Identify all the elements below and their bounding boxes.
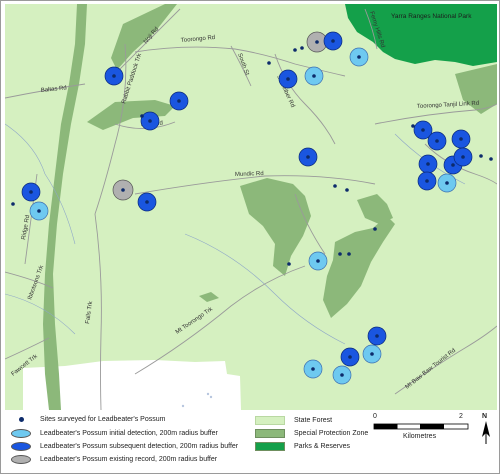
legend-existing-label: Leadbeater's Possum existing record, 200… [40, 456, 218, 463]
existing-buffer-swatch-icon [11, 455, 31, 464]
survey-site [315, 40, 319, 44]
survey-site [293, 48, 297, 52]
survey-site [421, 128, 425, 132]
legend-parks-label: Parks & Reserves [294, 443, 351, 450]
legend-existing: Leadbeater's Possum existing record, 200… [11, 455, 217, 464]
survey-site [370, 352, 374, 356]
legend-parks: Parks & Reserves [255, 442, 350, 451]
survey-site [489, 157, 493, 161]
survey-site [306, 155, 310, 159]
legend-state-forest-label: State Forest [294, 417, 333, 424]
survey-site [287, 262, 291, 266]
survey-site [145, 200, 149, 204]
scale-end-label: 2 [459, 413, 463, 420]
survey-site [121, 188, 125, 192]
map-legend: Sites surveyed for Leadbeater's Possum L… [5, 411, 499, 473]
survey-site [373, 227, 377, 231]
survey-site [209, 395, 213, 399]
park-label: Yarra Ranges National Park [391, 13, 472, 20]
survey-site [177, 99, 181, 103]
survey-site [345, 188, 349, 192]
survey-site [267, 61, 271, 65]
survey-site [451, 163, 455, 167]
legend-initial-label: Leadbeater's Possum initial detection, 2… [40, 430, 218, 437]
north-arrow-icon [482, 421, 490, 444]
survey-site [426, 162, 430, 166]
survey-site [312, 74, 316, 78]
survey-site [461, 155, 465, 159]
survey-site-symbol-icon [19, 417, 24, 422]
legend-spz-label: Special Protection Zone [294, 430, 369, 437]
road-label-mundic-rd: Mundic Rd [235, 171, 264, 178]
survey-site [316, 259, 320, 263]
survey-site [300, 46, 304, 50]
subsequent-buffer-swatch-icon [11, 442, 31, 451]
initial-buffer-swatch-icon [11, 429, 31, 438]
survey-site [311, 367, 315, 371]
legend-sites: Sites surveyed for Leadbeater's Possum [11, 416, 165, 423]
spz-swatch-icon [255, 429, 285, 438]
survey-site [286, 77, 290, 81]
survey-site [411, 124, 415, 128]
survey-site [435, 139, 439, 143]
survey-site [348, 355, 352, 359]
survey-site [425, 179, 429, 183]
parks-swatch-icon [255, 442, 285, 451]
survey-site [347, 252, 351, 256]
scale-start-label: 0 [373, 413, 377, 420]
north-label: N [482, 413, 488, 420]
scale-unit-label: Kilometres [403, 433, 437, 440]
survey-site [357, 55, 361, 59]
survey-site [140, 114, 144, 118]
legend-spz: Special Protection Zone [255, 429, 368, 438]
survey-site [338, 252, 342, 256]
survey-site [11, 202, 15, 206]
legend-initial: Leadbeater's Possum initial detection, 2… [11, 429, 218, 438]
legend-sites-label: Sites surveyed for Leadbeater's Possum [40, 416, 166, 423]
survey-site [112, 74, 116, 78]
state-forest-swatch-icon [255, 416, 285, 425]
legend-subsequent: Leadbeater's Possum subsequent detection… [11, 442, 238, 451]
survey-site [479, 154, 483, 158]
survey-site [29, 190, 33, 194]
survey-site [331, 39, 335, 43]
survey-site [37, 209, 41, 213]
survey-site [206, 392, 210, 396]
survey-site [375, 334, 379, 338]
survey-site [148, 119, 152, 123]
survey-site [445, 181, 449, 185]
map-area: Noji Rd Toorongo Rd South St Ferny Hills… [5, 4, 497, 410]
survey-site [181, 404, 185, 408]
map-frame: Noji Rd Toorongo Rd South St Ferny Hills… [0, 0, 500, 474]
scale-bar [373, 423, 469, 430]
legend-subsequent-label: Leadbeater's Possum subsequent detection… [40, 443, 239, 450]
survey-site [340, 373, 344, 377]
legend-state-forest: State Forest [255, 416, 332, 425]
survey-site [459, 137, 463, 141]
survey-site [333, 184, 337, 188]
